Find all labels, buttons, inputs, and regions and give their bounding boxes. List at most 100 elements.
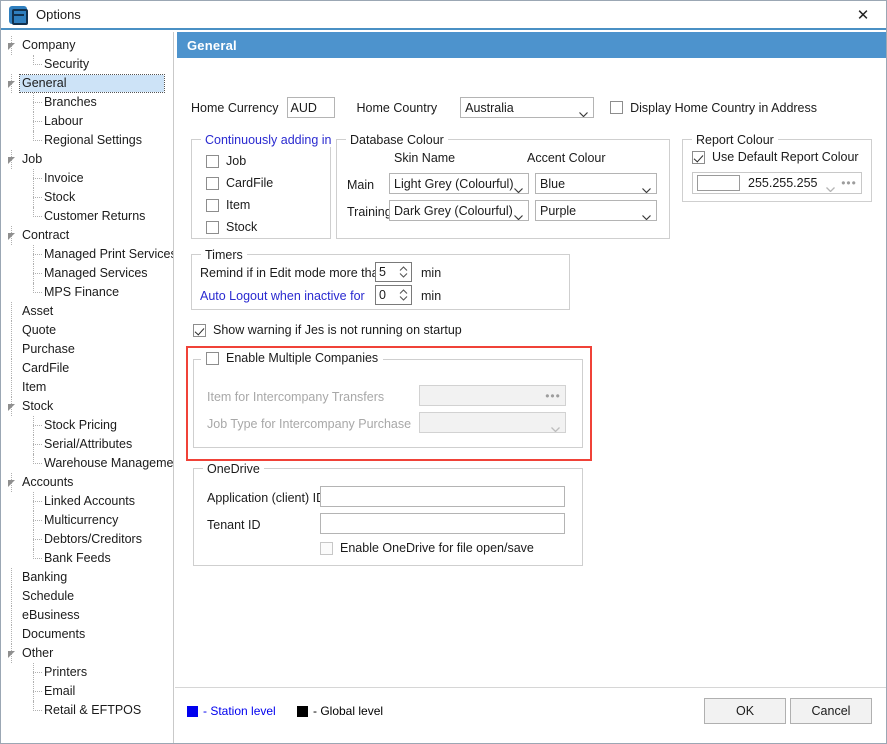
sidebar-item-schedule[interactable]: Schedule [2, 587, 173, 606]
jes-warning-checkbox[interactable]: Show warning if Jes is not running on st… [193, 323, 462, 337]
sidebar-item-label: Retail & EFTPOS [44, 703, 142, 717]
sidebar-item-job[interactable]: Job [2, 150, 173, 169]
sidebar-item-email[interactable]: Email [2, 682, 173, 701]
expander-collapse-icon[interactable] [7, 232, 16, 241]
accent-colour-value-training: Purple [540, 203, 577, 218]
sidebar-item-bank-feeds[interactable]: Bank Feeds [2, 549, 173, 568]
sidebar-item-linked-accounts[interactable]: Linked Accounts [2, 492, 173, 511]
sidebar-item-company[interactable]: Company [2, 36, 173, 55]
sidebar-item-label: Stock Pricing [44, 418, 117, 432]
sidebar-item-stock[interactable]: Stock [2, 188, 173, 207]
sidebar-item-customer-returns[interactable]: Customer Returns [2, 207, 173, 226]
sidebar-item-asset[interactable]: Asset [2, 302, 173, 321]
sidebar-item-stock-pricing[interactable]: Stock Pricing [2, 416, 173, 435]
home-currency-input[interactable]: AUD [286, 97, 335, 118]
skin-name-column-header: Skin Name [394, 151, 456, 165]
sidebar-item-general[interactable]: General [2, 74, 173, 93]
sidebar-item-purchase[interactable]: Purchase [2, 340, 173, 359]
sidebar-item-documents[interactable]: Documents [2, 625, 173, 644]
skin-name-select-training[interactable]: Dark Grey (Colourful) [389, 200, 529, 221]
close-icon[interactable]: ✕ [840, 1, 886, 28]
display-home-country-checkbox[interactable]: Display Home Country in Address [610, 101, 817, 115]
sidebar-item-label: Quote [22, 323, 57, 337]
sidebar-item-invoice[interactable]: Invoice [2, 169, 173, 188]
home-country-select[interactable]: Australia [460, 97, 595, 118]
spinner-arrows-icon[interactable] [399, 288, 408, 302]
expander-collapse-icon[interactable] [7, 479, 16, 488]
checkbox-box [206, 220, 219, 234]
sidebar-item-mps-finance[interactable]: MPS Finance [2, 283, 173, 302]
accent-colour-select-main[interactable]: Blue [535, 173, 657, 194]
enable-multiple-companies-checkbox[interactable]: Enable Multiple Companies [201, 351, 384, 365]
enable-multiple-companies-box [206, 351, 219, 365]
expander-collapse-icon[interactable] [7, 156, 16, 165]
cancel-button[interactable]: Cancel [790, 698, 872, 724]
sidebar-item-ebusiness[interactable]: eBusiness [2, 606, 173, 625]
enable-onedrive-checkbox[interactable]: Enable OneDrive for file open/save [320, 541, 534, 555]
station-level-swatch [187, 705, 198, 717]
continuously-adding-checkbox-item[interactable]: Item [206, 198, 273, 212]
sidebar-item-label: Debtors/Creditors [44, 532, 142, 546]
sidebar-item-label: Invoice [44, 171, 84, 185]
expander-collapse-icon[interactable] [7, 650, 16, 659]
sidebar-item-debtors-creditors[interactable]: Debtors/Creditors [2, 530, 173, 549]
application-client-id-input[interactable] [320, 486, 565, 507]
sidebar-item-labour[interactable]: Labour [2, 112, 173, 131]
sidebar-item-accounts[interactable]: Accounts [2, 473, 173, 492]
sidebar-item-warehouse-management[interactable]: Warehouse Management [2, 454, 173, 473]
job-type-intercompany-select[interactable] [419, 412, 566, 433]
sidebar-item-other[interactable]: Other [2, 644, 173, 663]
jes-warning-label: Show warning if Jes is not running on st… [213, 323, 462, 337]
accent-colour-column-header: Accent Colour [527, 151, 606, 165]
sidebar-item-security[interactable]: Security [2, 55, 173, 74]
item-intercompany-more-button[interactable]: ••• [545, 389, 561, 403]
sidebar-item-branches[interactable]: Branches [2, 93, 173, 112]
chevron-down-icon [579, 106, 589, 117]
auto-logout-stepper[interactable]: 0 [375, 285, 412, 305]
report-colour-more-button[interactable]: ••• [841, 176, 857, 190]
sidebar-item-regional-settings[interactable]: Regional Settings [2, 131, 173, 150]
continuously-adding-checkbox-cardfile[interactable]: CardFile [206, 176, 273, 190]
continuously-adding-checkbox-stock[interactable]: Stock [206, 220, 273, 234]
sidebar-item-label: Managed Services [44, 266, 148, 280]
report-colour-value: 255.255.255 [748, 176, 818, 190]
sidebar-item-label: Security [44, 57, 90, 71]
ok-button[interactable]: OK [704, 698, 786, 724]
sidebar-item-stock[interactable]: Stock [2, 397, 173, 416]
chevron-down-icon[interactable] [826, 181, 835, 195]
sidebar-item-contract[interactable]: Contract [2, 226, 173, 245]
sidebar-item-item[interactable]: Item [2, 378, 173, 397]
remind-edit-mode-stepper[interactable]: 5 [375, 262, 412, 282]
settings-tree[interactable]: Company Security General Branches Labour Regi… [2, 32, 174, 743]
sidebar-item-managed-services[interactable]: Managed Services [2, 264, 173, 283]
sidebar-item-serial-attributes[interactable]: Serial/Attributes [2, 435, 173, 454]
sidebar-item-retail-eftpos[interactable]: Retail & EFTPOS [2, 701, 173, 720]
accent-colour-select-training[interactable]: Purple [535, 200, 657, 221]
use-default-report-colour-checkbox[interactable]: Use Default Report Colour [692, 150, 859, 164]
sidebar-item-quote[interactable]: Quote [2, 321, 173, 340]
sidebar-item-banking[interactable]: Banking [2, 568, 173, 587]
expander-collapse-icon[interactable] [7, 42, 16, 51]
report-colour-picker[interactable]: 255.255.255 ••• [692, 172, 862, 194]
spinner-arrows-icon[interactable] [399, 265, 408, 279]
item-intercompany-transfers-input[interactable]: ••• [419, 385, 566, 406]
sidebar-item-multicurrency[interactable]: Multicurrency [2, 511, 173, 530]
expander-collapse-icon[interactable] [7, 80, 16, 89]
tenant-id-input[interactable] [320, 513, 565, 534]
legend-global-level: - Global level [297, 704, 383, 718]
sidebar-item-printers[interactable]: Printers [2, 663, 173, 682]
sidebar-item-label: General [22, 76, 67, 90]
checkbox-label: Item [226, 198, 251, 212]
sidebar-item-label: Banking [22, 570, 68, 584]
sidebar-item-label: Branches [44, 95, 97, 109]
sidebar-item-label: Company [22, 38, 76, 52]
skin-name-select-main[interactable]: Light Grey (Colourful) [389, 173, 529, 194]
sidebar-item-managed-print-services[interactable]: Managed Print Services [2, 245, 173, 264]
page-title: General [177, 32, 886, 58]
sidebar-item-label: Stock [22, 399, 54, 413]
continuously-adding-checkbox-job[interactable]: Job [206, 154, 273, 168]
use-default-report-colour-box [692, 150, 705, 164]
sidebar-item-cardfile[interactable]: CardFile [2, 359, 173, 378]
expander-collapse-icon[interactable] [7, 403, 16, 412]
database-colour-title: Database Colour [346, 133, 448, 147]
